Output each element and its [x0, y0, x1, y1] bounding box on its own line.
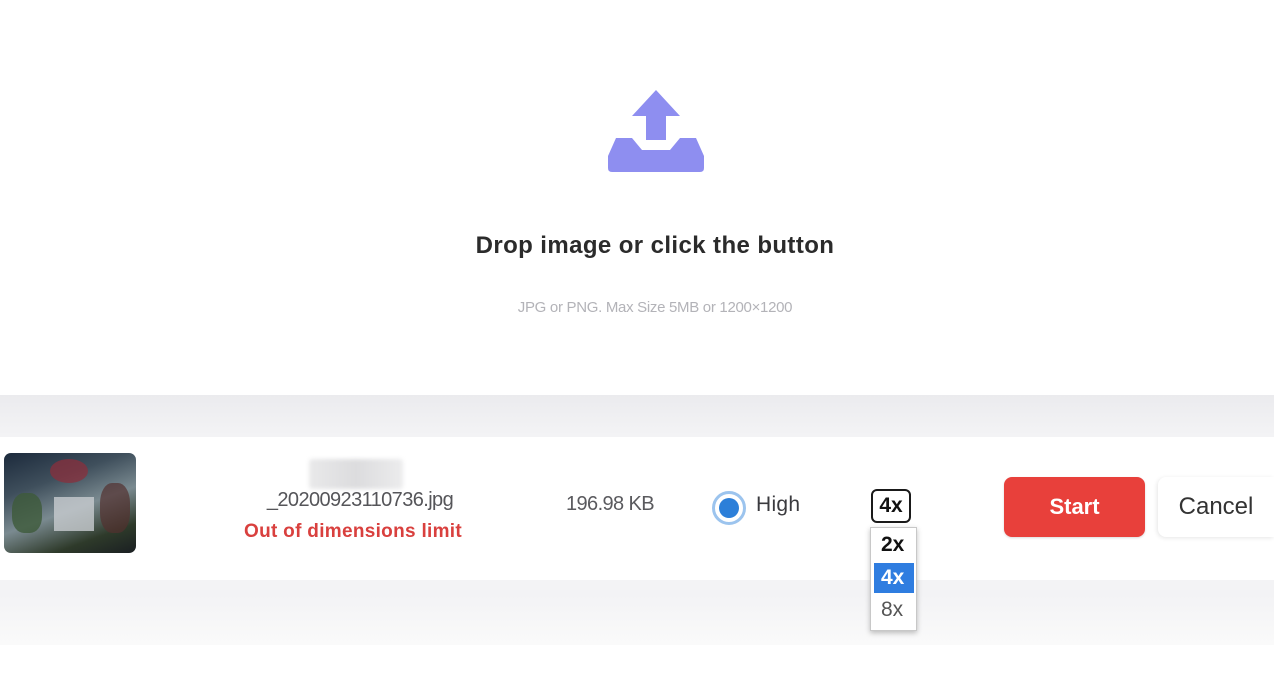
drop-title: Drop image or click the button: [475, 232, 835, 259]
dimension-error-message: Out of dimensions limit: [243, 521, 462, 542]
scale-option-8x[interactable]: 8x: [874, 595, 914, 625]
drop-hint: JPG or PNG. Max Size 5MB or 1200×1200: [517, 299, 793, 316]
start-button[interactable]: Start: [1004, 477, 1145, 537]
scale-option-4x[interactable]: 4x: [874, 563, 914, 593]
file-row: _20200923110736.jpg Out of dimensions li…: [0, 437, 1274, 631]
file-name: _20200923110736.jpg: [266, 489, 454, 511]
image-thumbnail: [4, 453, 136, 553]
redacted-filename-prefix: [309, 459, 403, 489]
scale-option-2x[interactable]: 2x: [874, 530, 914, 560]
scale-dropdown: 2x 4x 8x: [870, 527, 917, 631]
radio-dot: [719, 498, 739, 518]
drop-zone[interactable]: Drop image or click the button JPG or PN…: [0, 0, 1274, 395]
quality-high-radio[interactable]: [712, 491, 746, 525]
upscale-page: Drop image or click the button JPG or PN…: [0, 0, 1274, 683]
scale-select[interactable]: 4x: [871, 489, 911, 523]
upload-tray-icon: [608, 90, 704, 172]
cancel-button[interactable]: Cancel: [1158, 477, 1274, 537]
quality-label[interactable]: High: [756, 493, 800, 517]
file-size: 196.98 KB: [566, 493, 655, 515]
